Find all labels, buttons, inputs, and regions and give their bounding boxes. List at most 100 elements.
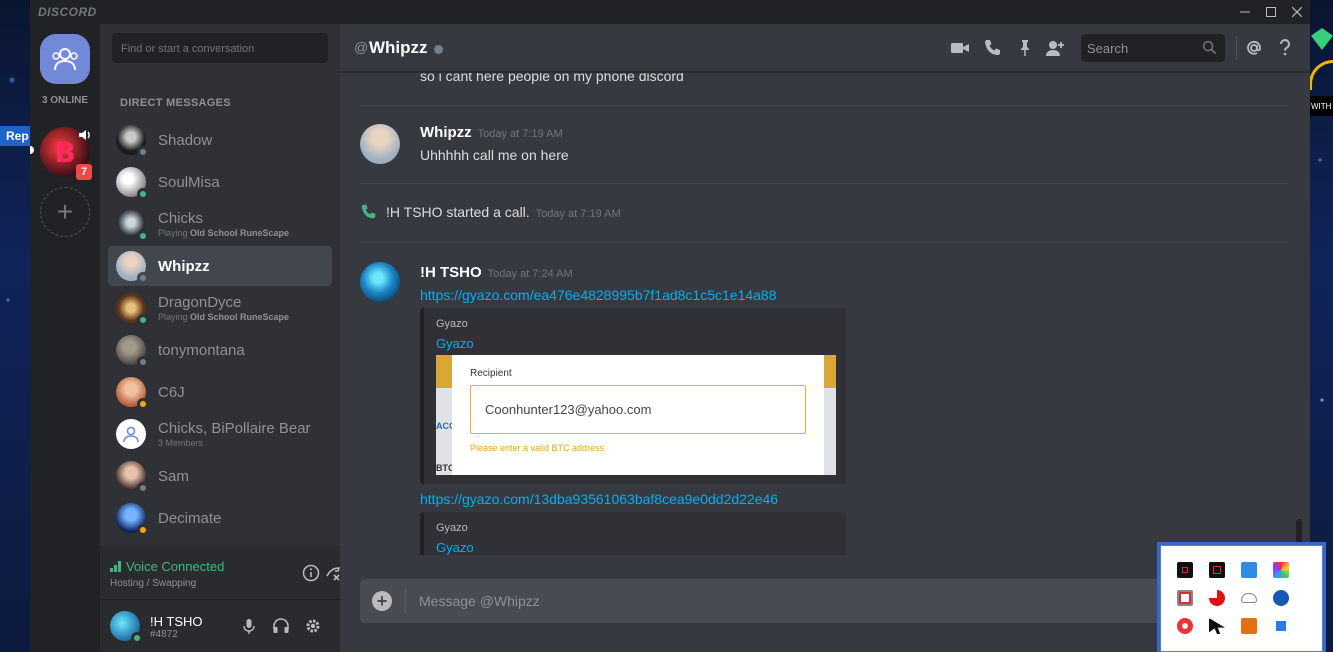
upload-plus-button[interactable]: + bbox=[372, 591, 392, 611]
voice-connection-panel: Voice Connected Hosting / Swapping bbox=[100, 546, 341, 600]
microphone-icon[interactable] bbox=[240, 617, 258, 635]
link-embed: Gyazo Gyazo bbox=[420, 512, 846, 555]
shield-icon[interactable] bbox=[1177, 590, 1193, 606]
screenshot-modal: Recipient Coonhunter123@yahoo.com Please… bbox=[452, 355, 824, 475]
home-button[interactable] bbox=[40, 34, 90, 84]
message-list: so i cant here people on my phone discor… bbox=[340, 73, 1310, 555]
conversation-search[interactable]: Find or start a conversation bbox=[112, 33, 328, 63]
lightning-icon[interactable] bbox=[1241, 618, 1257, 634]
recipient-field: Coonhunter123@yahoo.com bbox=[470, 385, 806, 434]
avatar bbox=[116, 167, 149, 200]
message-text: so i cant here people on my phone discor… bbox=[420, 73, 684, 84]
author-avatar[interactable] bbox=[360, 124, 400, 164]
window-controls bbox=[1232, 0, 1310, 24]
embed-image[interactable]: ACC BTC Recipient Coonhunter123@yahoo.co… bbox=[436, 355, 836, 475]
minimize-button[interactable] bbox=[1232, 0, 1258, 24]
user-avatar[interactable] bbox=[110, 611, 143, 644]
network-icon[interactable] bbox=[1241, 562, 1257, 578]
close-button[interactable] bbox=[1284, 0, 1310, 24]
user-name: !H TSHO bbox=[150, 614, 203, 629]
message-timestamp: Today at 7:19 AM bbox=[477, 128, 563, 140]
voice-call-icon[interactable] bbox=[983, 38, 1003, 58]
dm-name: DragonDyce bbox=[158, 294, 242, 311]
app-icon[interactable] bbox=[1209, 562, 1225, 578]
message-divider bbox=[360, 183, 1288, 184]
desktop-left-edge bbox=[0, 0, 30, 652]
system-tray-popup bbox=[1160, 545, 1323, 652]
headphones-icon[interactable] bbox=[272, 617, 290, 635]
scrollbar-track[interactable] bbox=[1294, 73, 1302, 555]
dm-name: Shadow bbox=[158, 131, 213, 149]
badge-icon[interactable] bbox=[1177, 618, 1193, 634]
avatar bbox=[116, 377, 149, 410]
add-friend-icon[interactable] bbox=[1045, 38, 1065, 58]
message-author[interactable]: !H TSHO Today at 7:24 AM bbox=[420, 264, 573, 281]
avatar bbox=[116, 335, 149, 368]
embed-title-link[interactable]: Gyazo bbox=[436, 540, 474, 555]
status-indicator bbox=[131, 632, 143, 644]
voice-channel[interactable]: Hosting / Swapping bbox=[110, 578, 196, 589]
call-system-message: !H TSHO started a call. Today at 7:19 AM bbox=[360, 203, 621, 221]
window-icon[interactable] bbox=[1273, 618, 1289, 634]
desktop-left-tag: Rep bbox=[0, 126, 34, 146]
message-divider bbox=[360, 242, 1288, 243]
pin-icon[interactable] bbox=[1015, 38, 1035, 58]
author-avatar[interactable] bbox=[360, 262, 400, 302]
cursor-icon[interactable] bbox=[1209, 618, 1225, 634]
message-timestamp: Today at 7:19 AM bbox=[535, 208, 621, 220]
dm-name: Sam bbox=[158, 467, 189, 485]
dm-item-whipzz[interactable]: Whipzz bbox=[108, 246, 332, 286]
speaker-icon bbox=[79, 130, 90, 140]
dm-item-sam[interactable]: Sam bbox=[108, 456, 332, 496]
at-symbol: @ bbox=[354, 39, 369, 55]
dm-item-group-chicks-bipollaire[interactable]: Chicks, BiPollaire Bear 3 Members bbox=[108, 414, 332, 454]
bluetooth-icon[interactable] bbox=[1273, 590, 1289, 606]
chat-header: @ Whipzz Search bbox=[340, 24, 1310, 72]
maximize-button[interactable] bbox=[1258, 0, 1284, 24]
mention-badge: 7 bbox=[76, 164, 92, 180]
message-input[interactable]: Message @Whipzz bbox=[419, 593, 540, 609]
video-call-icon[interactable] bbox=[950, 38, 970, 58]
search-input[interactable]: Search bbox=[1081, 34, 1225, 62]
dm-name: Chicks bbox=[158, 210, 204, 227]
dm-item-tonymontana[interactable]: tonymontana bbox=[108, 330, 332, 370]
status-indicator bbox=[137, 272, 149, 284]
server-list: 3 ONLINE B 7 + bbox=[30, 24, 100, 652]
message-link[interactable]: https://gyazo.com/13dba93561063baf8cea9e… bbox=[420, 491, 778, 507]
dm-activity: Playing Old School RuneScape bbox=[158, 312, 290, 322]
direct-messages-header: DIRECT MESSAGES bbox=[120, 97, 231, 109]
dm-item-shadow[interactable]: Shadow bbox=[108, 120, 332, 160]
embed-title-link[interactable]: Gyazo bbox=[436, 336, 474, 351]
settings-gear-icon[interactable] bbox=[304, 617, 322, 635]
voice-status[interactable]: Voice Connected bbox=[110, 559, 224, 574]
avatar bbox=[116, 251, 149, 284]
message-author[interactable]: Whipzz Today at 7:19 AM bbox=[420, 124, 563, 141]
pie-chart-icon[interactable] bbox=[1209, 590, 1225, 606]
embed-provider: Gyazo bbox=[436, 318, 468, 330]
dm-name: SoulMisa bbox=[158, 173, 220, 191]
dm-name: Whipzz bbox=[158, 257, 210, 275]
mentions-icon[interactable] bbox=[1244, 38, 1264, 58]
desktop-right-tag: WITH bbox=[1309, 96, 1333, 116]
dm-item-soulmisa[interactable]: SoulMisa bbox=[108, 162, 332, 202]
color-picker-icon[interactable] bbox=[1273, 562, 1289, 578]
channel-title: Whipzz bbox=[369, 38, 428, 57]
status-indicator bbox=[137, 230, 149, 242]
dm-name: Chicks, BiPollaire Bear bbox=[158, 420, 311, 437]
dm-item-dragondyce[interactable]: DragonDyce Playing Old School RuneScape bbox=[108, 288, 332, 328]
app-icon[interactable] bbox=[1177, 562, 1193, 578]
help-icon[interactable] bbox=[1275, 38, 1295, 58]
info-icon[interactable] bbox=[302, 564, 320, 582]
add-server-button[interactable]: + bbox=[40, 187, 90, 237]
avatar bbox=[116, 125, 149, 158]
tray-icon-grid bbox=[1177, 562, 1305, 634]
avatar bbox=[116, 503, 149, 536]
message-composer[interactable]: + Message @Whipzz bbox=[360, 579, 1290, 623]
cloud-icon[interactable] bbox=[1241, 593, 1257, 603]
user-discriminator: #4872 bbox=[150, 629, 178, 640]
message-link[interactable]: https://gyazo.com/ea476e4828995b7f1ad8c1… bbox=[420, 287, 777, 303]
dm-item-c6j[interactable]: C6J bbox=[108, 372, 332, 412]
dm-item-decimate[interactable]: Decimate bbox=[108, 498, 332, 538]
message-divider bbox=[360, 105, 1288, 106]
dm-item-chicks[interactable]: Chicks Playing Old School RuneScape bbox=[108, 204, 332, 244]
